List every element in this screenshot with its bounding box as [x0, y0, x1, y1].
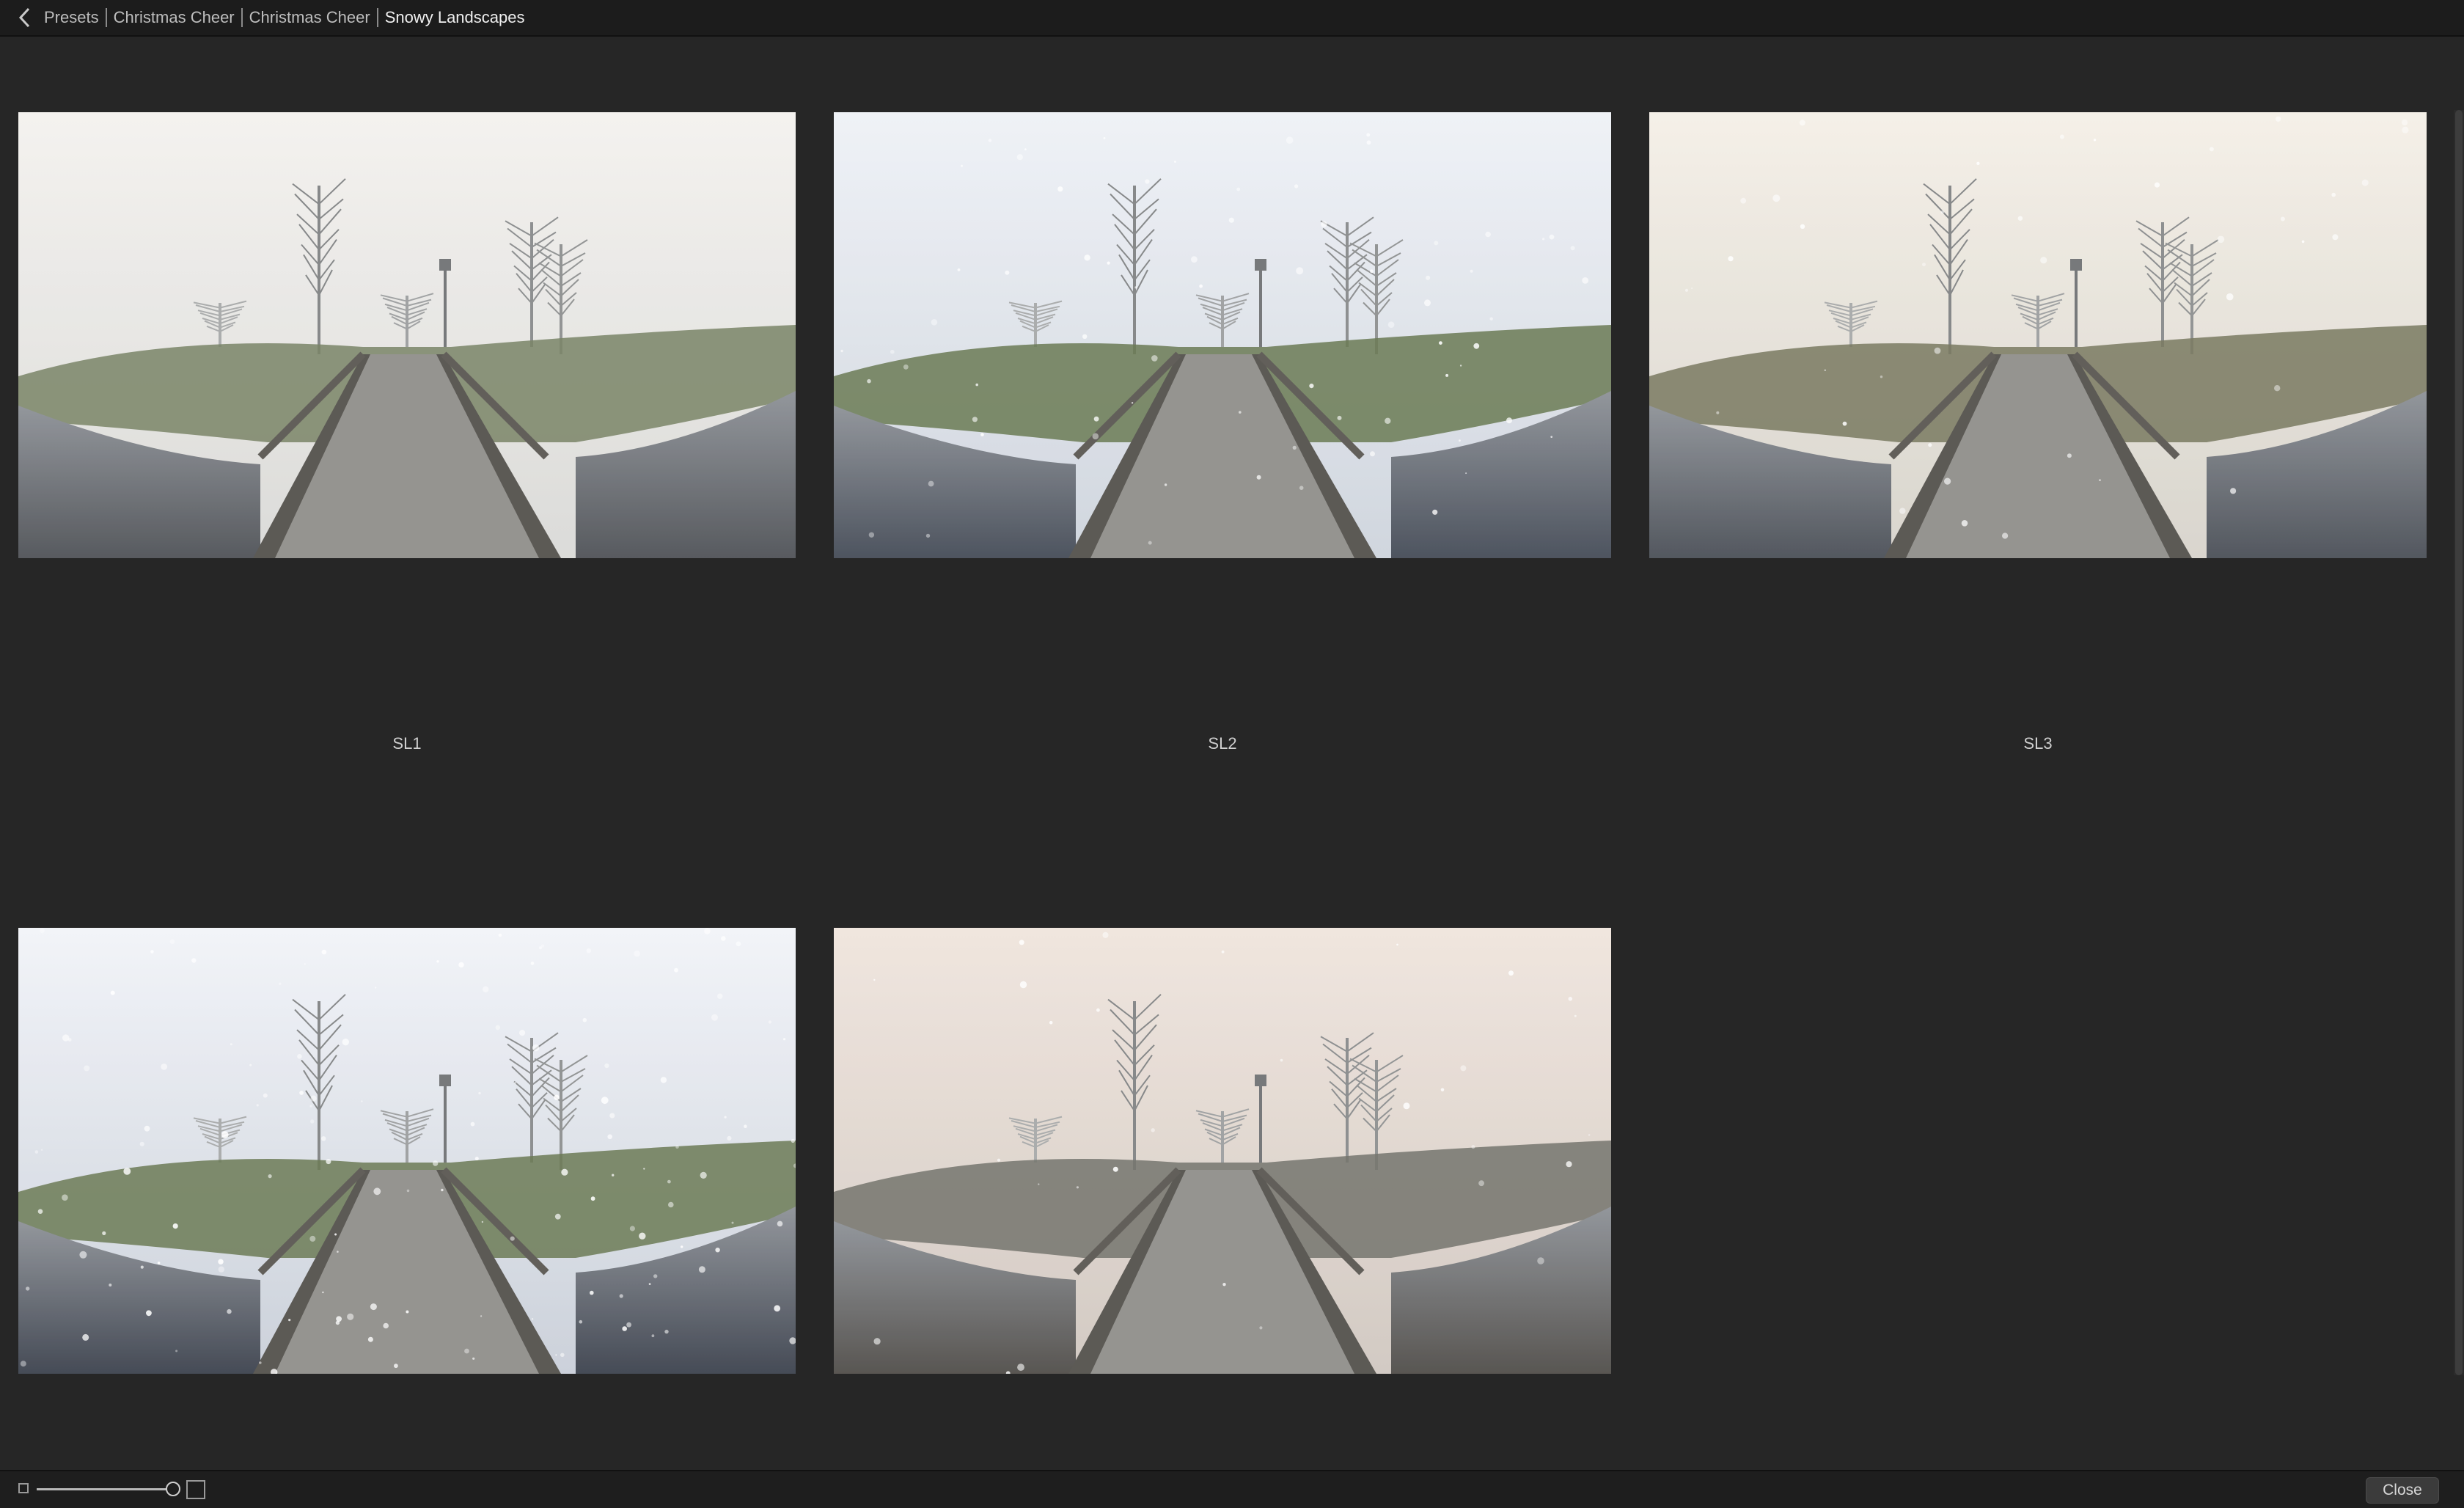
slider-track: [37, 1488, 175, 1490]
landscape-thumbnail-image: [834, 112, 1611, 558]
preset-label: SL3: [2023, 734, 2053, 753]
preset-label: SL2: [1208, 734, 1237, 753]
breadcrumb-christmas-cheer-sub[interactable]: Christmas Cheer: [249, 8, 370, 27]
breadcrumb-christmas-cheer[interactable]: Christmas Cheer: [114, 8, 235, 27]
small-thumbnail-icon: [18, 1483, 29, 1493]
slider-knob[interactable]: [166, 1482, 180, 1496]
vertical-scrollbar[interactable]: [2454, 110, 2464, 1375]
breadcrumb-presets[interactable]: Presets: [44, 8, 99, 27]
preset-browser-window: Presets Christmas Cheer Christmas Cheer …: [0, 0, 2464, 1508]
breadcrumb-separator: [105, 8, 107, 27]
back-button[interactable]: [10, 0, 40, 36]
breadcrumb-separator: [241, 8, 243, 27]
preset-thumbnail: [18, 928, 796, 1374]
preset-thumbnail: [1649, 112, 2427, 558]
preset-thumbnail: [834, 928, 1611, 1374]
landscape-thumbnail-image: [18, 928, 796, 1374]
chevron-left-icon: [18, 7, 30, 28]
breadcrumb-separator: [376, 8, 378, 27]
preset-thumbnail: [18, 112, 796, 558]
landscape-thumbnail-image: [834, 928, 1611, 1374]
breadcrumb: Presets Christmas Cheer Christmas Cheer …: [44, 0, 524, 36]
thumbnail-size-slider[interactable]: [37, 1482, 183, 1496]
close-button[interactable]: Close: [2366, 1477, 2439, 1504]
scrollbar-thumb[interactable]: [2455, 110, 2463, 1375]
breadcrumb-current: Snowy Landscapes: [384, 8, 525, 26]
breadcrumb-bar: Presets Christmas Cheer Christmas Cheer …: [0, 0, 2464, 37]
preset-thumbnail: [834, 112, 1611, 558]
bottom-toolbar: Close: [0, 1470, 2464, 1508]
landscape-thumbnail-image: [18, 112, 796, 558]
preset-label: SL1: [392, 734, 422, 753]
landscape-thumbnail-image: [1649, 112, 2427, 558]
large-thumbnail-icon: [186, 1480, 205, 1499]
